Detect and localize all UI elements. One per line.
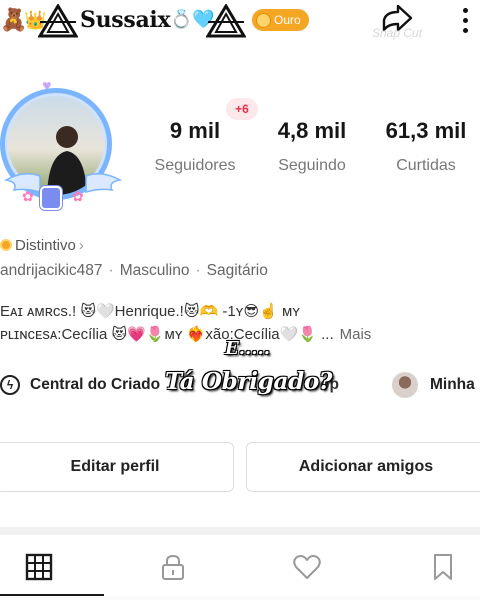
creator-center-link[interactable]: ϟ Central do Criado [0, 372, 160, 398]
profile-meta: andrijacikic487 · Masculino · Sagitário [0, 262, 268, 284]
rank-badge[interactable]: Ouro [252, 9, 309, 31]
triangle-emblem-icon [38, 4, 78, 38]
zodiac-sign: Sagitário [206, 262, 268, 279]
stat-label: Seguidores [154, 157, 236, 174]
coin-icon [256, 12, 271, 28]
distintivo-link[interactable]: Distintivo › [0, 235, 84, 255]
distintivo-label: Distintivo [15, 236, 76, 254]
username: Sussaix [80, 7, 171, 33]
stat-value: 4,8 mil [277, 118, 347, 143]
more-dot [462, 7, 468, 13]
edit-profile-button[interactable]: Editar perfil [0, 442, 234, 492]
stat-label: Curtidas [396, 157, 456, 174]
caption-line: Tá Obrigado? [165, 368, 333, 395]
handle: andrijacikic487 [0, 262, 103, 279]
watermark: Snap Cut [372, 26, 423, 40]
separator: · [195, 262, 201, 279]
flower-icon: ✿ [72, 188, 84, 204]
wing-ornament-icon [85, 173, 122, 193]
new-followers-badge: +6 [226, 98, 258, 120]
gender: Masculino [119, 262, 190, 279]
content-tabs [0, 538, 480, 597]
flower-icon: ✿ [22, 188, 34, 204]
badge-coin-icon [0, 239, 12, 251]
mine-label: Minha [430, 376, 475, 393]
bio-line: ᴘʟɪɴᴄᴇsᴀ:Cecília 😻💗🌷ᴍʏ ❤️‍🔥xãᴏ:Cecília🤍🌷… [0, 326, 334, 343]
lock-icon[interactable] [158, 552, 188, 582]
grid-icon[interactable] [24, 552, 54, 582]
gem-ornament-icon [40, 186, 62, 210]
stat-value: 9 mil [169, 118, 221, 143]
bolt-icon: ϟ [0, 375, 20, 395]
divider [0, 527, 480, 535]
caption-line: E..... [225, 338, 271, 359]
separator: · [108, 262, 114, 279]
stat-likes[interactable]: 61,3 mil Curtidas [372, 118, 480, 176]
more-options-button[interactable] [455, 3, 475, 37]
ring-icon: 💍 [170, 9, 193, 29]
add-friends-button[interactable]: Adicionar amigos [246, 442, 480, 492]
bookmark-icon[interactable] [428, 552, 458, 582]
bio-more-link[interactable]: Mais [340, 326, 372, 343]
stat-following[interactable]: 4,8 mil Seguindo [262, 118, 362, 176]
heart-icon[interactable] [292, 552, 322, 582]
bottom-edge [0, 596, 480, 600]
triangle-emblem-icon [206, 4, 246, 38]
rank-badge-label: Ouro [274, 13, 301, 27]
creator-center-label: Central do Criado [30, 376, 161, 393]
chevron-right-icon: › [78, 236, 84, 254]
more-dot [462, 17, 468, 23]
stat-followers[interactable]: 9 mil Seguidores [140, 118, 250, 176]
stat-value: 61,3 mil [385, 118, 467, 143]
mine-link[interactable]: Minha [392, 372, 475, 398]
avatar[interactable]: ♥ ✿ ✿ [0, 78, 128, 213]
profile-header: 🧸 👑 Sussaix 💍 🩵 Ouro Snap Cut [0, 0, 480, 40]
mini-avatar [392, 372, 418, 398]
stat-label: Seguindo [278, 157, 346, 174]
bio-line: Eᴀɪ ᴀᴍʀᴄs.! 😻🤍Henrique.!😻🫶 -1ʏ😎☝️ ᴍʏ [0, 303, 301, 320]
more-dot [462, 27, 468, 33]
